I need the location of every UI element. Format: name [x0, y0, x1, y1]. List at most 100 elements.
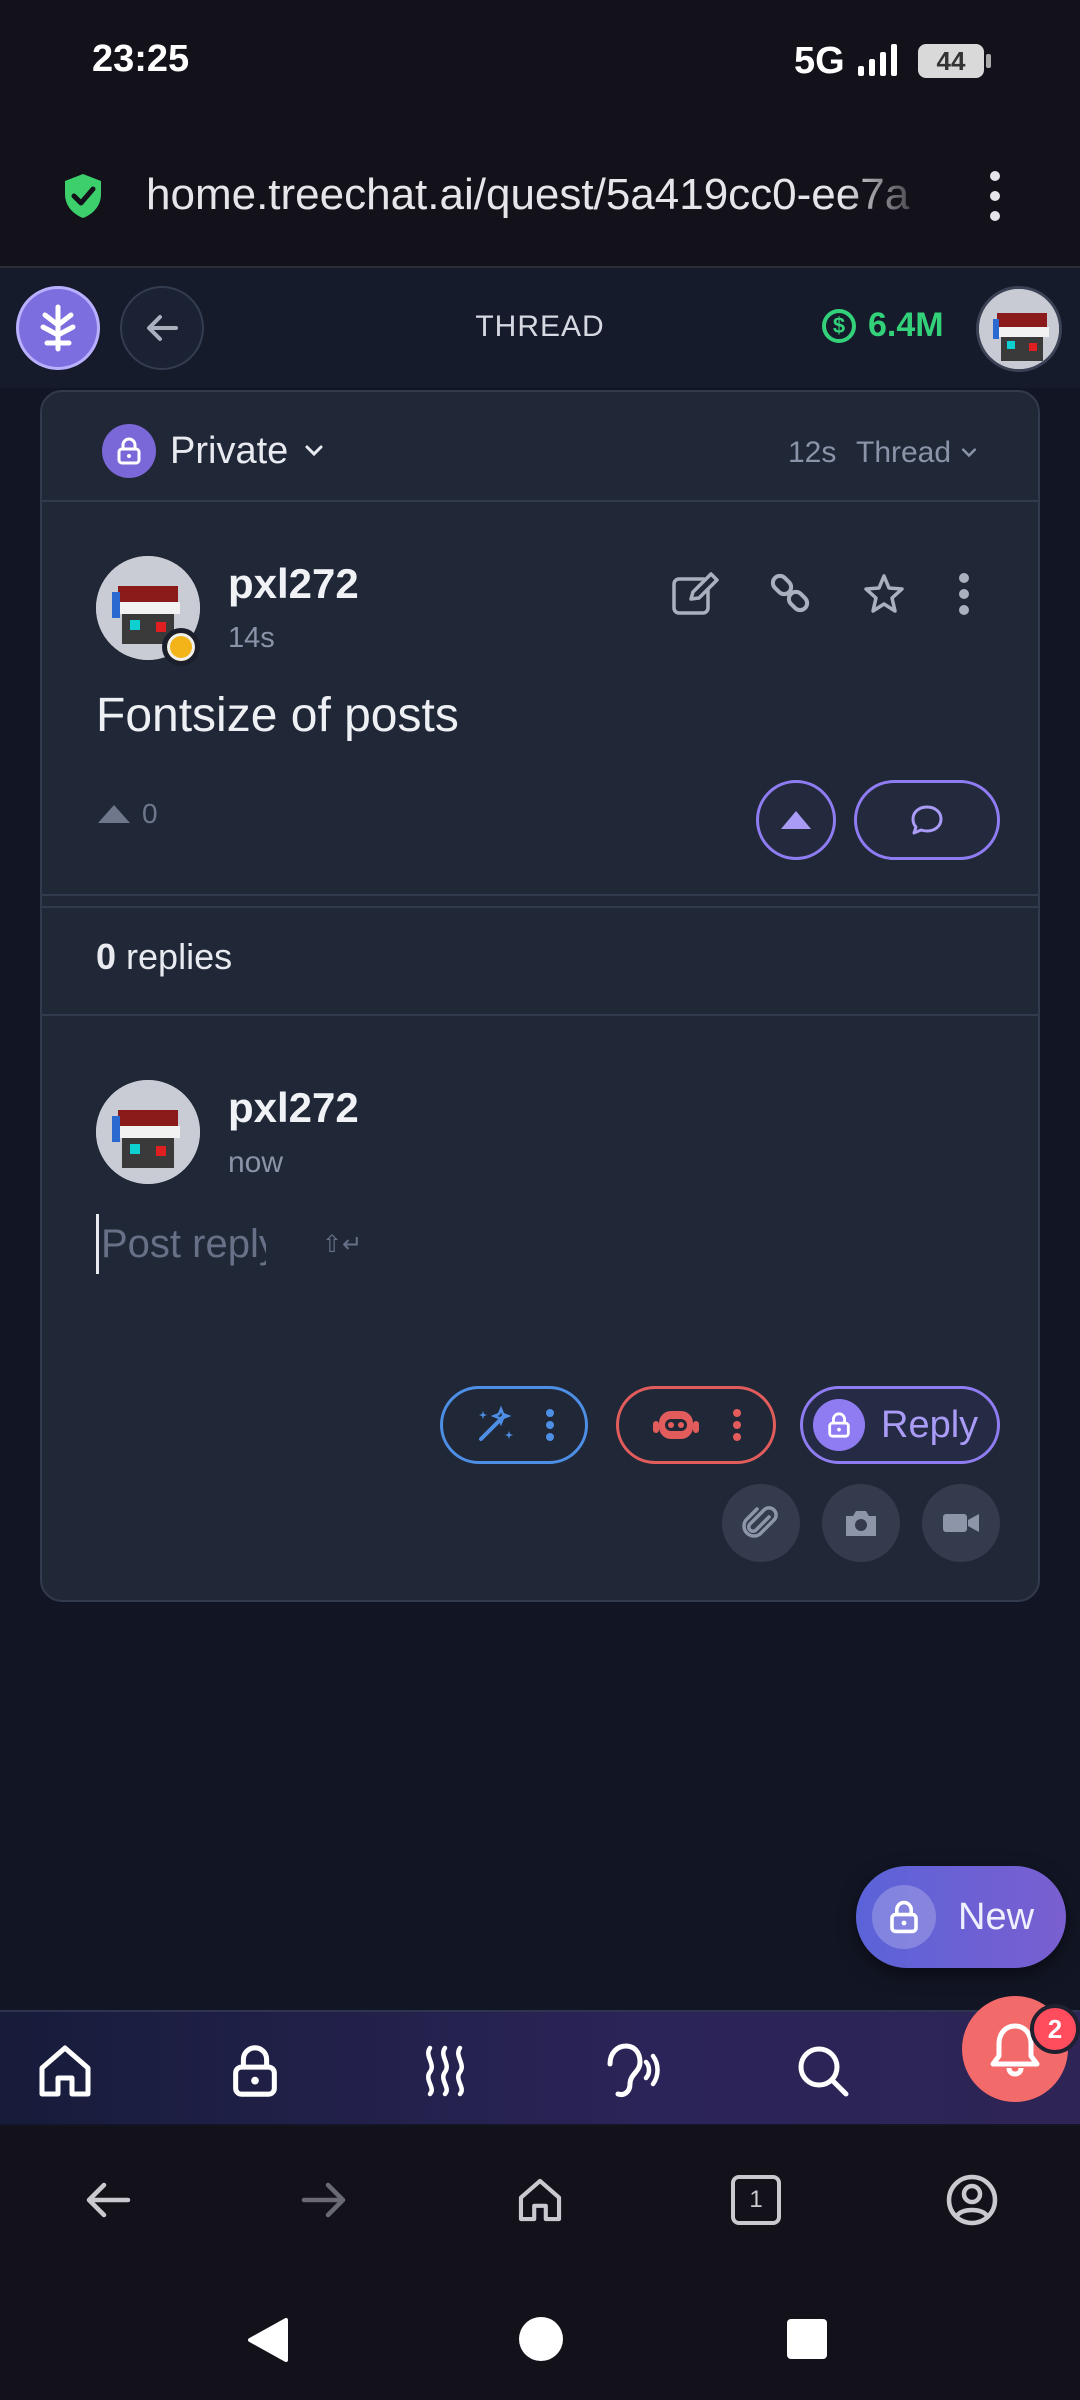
- nav-threads[interactable]: [414, 2040, 476, 2102]
- treechat-logo[interactable]: [16, 286, 100, 370]
- nav-voice[interactable]: [600, 2040, 662, 2102]
- chat-bubble-icon: [911, 805, 943, 835]
- new-post-label: New: [958, 1895, 1035, 1938]
- avatar-image: [979, 289, 1059, 369]
- arrow-left-icon: [86, 2182, 131, 2218]
- more-options-icon: [732, 1409, 741, 1441]
- nav-private[interactable]: [224, 2040, 286, 2102]
- post-time: 14s: [228, 622, 275, 654]
- page-title: THREAD: [475, 310, 605, 343]
- divider: [42, 906, 1038, 908]
- browser-account-button[interactable]: [944, 2172, 1000, 2228]
- vote-count-value: 0: [142, 798, 158, 829]
- camera-icon: [846, 1511, 876, 1536]
- triangle-up-icon: [781, 811, 811, 829]
- thread-mode-dropdown[interactable]: Thread: [856, 436, 979, 470]
- reply-button[interactable]: Reply: [800, 1386, 1000, 1464]
- chevron-down-icon: [961, 448, 977, 458]
- edit-icon[interactable]: [670, 568, 722, 620]
- comment-button[interactable]: [854, 780, 1000, 860]
- search-icon: [798, 2046, 849, 2097]
- thread-age: 12s: [788, 436, 837, 469]
- waves-icon: [426, 2045, 464, 2097]
- lock-icon: [102, 424, 156, 478]
- replies-count-value: 0: [96, 936, 117, 977]
- star-icon[interactable]: [858, 568, 910, 620]
- privacy-label: Private: [170, 429, 289, 472]
- browser-forward-button[interactable]: [296, 2172, 352, 2228]
- home-icon: [39, 2045, 91, 2097]
- browser-toolbar: 1: [0, 2126, 1080, 2274]
- triangle-up-icon: [98, 805, 130, 823]
- more-options-icon[interactable]: [952, 568, 976, 620]
- link-icon[interactable]: [764, 568, 816, 620]
- vote-count: 0: [96, 798, 158, 830]
- browser-back-button[interactable]: [80, 2172, 136, 2228]
- replies-label: replies: [126, 936, 233, 977]
- system-back-icon[interactable]: [246, 2316, 290, 2364]
- status-bar: 23:25 5G 44: [0, 0, 1080, 120]
- tab-count: 1: [731, 2175, 781, 2225]
- system-home-icon[interactable]: [518, 2316, 564, 2362]
- attach-button[interactable]: [722, 1484, 800, 1562]
- robot-icon: [652, 1411, 699, 1439]
- url-field[interactable]: home.treechat.ai/quest/5a419cc0-ee7a: [146, 170, 936, 220]
- nav-search[interactable]: [792, 2040, 854, 2102]
- upvote-button[interactable]: [756, 780, 836, 860]
- ai-assist-button[interactable]: [440, 1386, 588, 1464]
- notification-badge: 2: [1030, 2004, 1080, 2054]
- divider: [42, 1014, 1038, 1016]
- camera-button[interactable]: [822, 1484, 900, 1562]
- video-button[interactable]: [922, 1484, 1000, 1562]
- app-header: THREAD $ 6.4M: [0, 268, 1080, 388]
- chevron-down-icon: [305, 445, 323, 457]
- browser-tabs-button[interactable]: 1: [728, 2172, 784, 2228]
- battery-icon: 44: [918, 44, 991, 78]
- balance-value: 6.4M: [868, 306, 944, 344]
- user-avatar[interactable]: [976, 286, 1062, 372]
- back-button[interactable]: [120, 286, 204, 370]
- thread-mode-label: Thread: [856, 436, 952, 469]
- video-camera-icon: [943, 1514, 979, 1532]
- lock-icon: [813, 1399, 865, 1451]
- reply-button-label: Reply: [881, 1403, 979, 1446]
- status-time: 23:25: [92, 38, 190, 80]
- shield-icon[interactable]: [62, 172, 104, 220]
- system-recents-icon[interactable]: [786, 2318, 828, 2360]
- bot-button[interactable]: [616, 1386, 776, 1464]
- arrow-left-icon: [147, 315, 178, 341]
- system-nav-bar: [0, 2274, 1080, 2400]
- ear-sound-icon: [607, 2043, 660, 2097]
- app-bottom-nav: [0, 2010, 1080, 2124]
- browser-url-bar: home.treechat.ai/quest/5a419cc0-ee7a: [0, 120, 1080, 268]
- replies-count: 0 replies: [96, 936, 232, 978]
- account-icon: [946, 2174, 998, 2226]
- nav-home[interactable]: [34, 2040, 96, 2102]
- new-post-button[interactable]: New: [856, 1866, 1066, 1968]
- shift-enter-hint: ⇧↵: [322, 1231, 363, 1258]
- magic-wand-icon: [479, 1405, 513, 1441]
- privacy-dropdown[interactable]: Private: [102, 424, 326, 478]
- composer-avatar: [96, 1080, 200, 1184]
- post-username[interactable]: pxl272: [228, 560, 359, 608]
- lock-icon: [233, 2045, 277, 2097]
- more-options-icon: [546, 1409, 554, 1441]
- balance-display[interactable]: $ 6.4M: [822, 306, 944, 345]
- dollar-icon: $: [822, 308, 856, 343]
- paperclip-icon: [742, 1506, 778, 1538]
- browser-home-button[interactable]: [512, 2172, 568, 2228]
- arrow-right-icon: [301, 2182, 346, 2218]
- thread-card-header: Private 12s Thread: [42, 392, 1038, 502]
- tree-logo-icon: [40, 304, 76, 352]
- post-body: Fontsize of posts: [96, 689, 459, 742]
- home-icon: [518, 2178, 562, 2222]
- online-status-dot: [162, 628, 200, 666]
- browser-menu-icon[interactable]: [980, 168, 1010, 224]
- avatar-image: [96, 1080, 200, 1184]
- reply-input[interactable]: [96, 1214, 266, 1274]
- network-type: 5G: [794, 40, 845, 82]
- composer-time: now: [228, 1146, 284, 1179]
- lock-icon: [872, 1885, 936, 1949]
- composer-username: pxl272: [228, 1084, 359, 1131]
- thread-card: Private 12s Thread pxl272 14s Fontsize o…: [40, 390, 1040, 1602]
